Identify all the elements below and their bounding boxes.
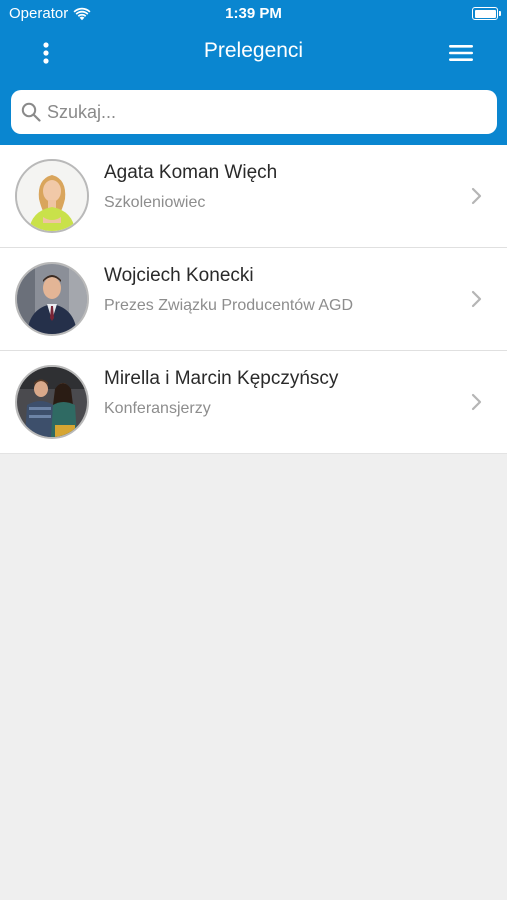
nav-bar: Prelegenci (0, 30, 507, 75)
chevron-right-icon (471, 290, 482, 308)
speaker-row[interactable]: Mirella i Marcin Kępczyńscy Konferansjer… (0, 351, 507, 454)
search-input[interactable] (47, 92, 487, 132)
speaker-role: Szkoleniowiec (104, 194, 206, 211)
speaker-list: Agata Koman Więch Szkoleniowiec Wojciech… (0, 145, 507, 454)
search-icon (21, 101, 43, 123)
chevron-right-icon (471, 187, 482, 205)
speaker-name: Mirella i Marcin Kępczyńscy (104, 368, 339, 389)
speaker-name: Agata Koman Więch (104, 162, 278, 183)
more-options-button[interactable] (28, 35, 64, 71)
hamburger-menu-icon (449, 45, 473, 61)
speaker-row[interactable]: Wojciech Konecki Prezes Związku Producen… (0, 248, 507, 351)
speaker-role: Prezes Związku Producentów AGD (104, 297, 353, 314)
speaker-avatar (15, 262, 89, 336)
app-header: Operator 1:39 PM Prelegenci (0, 0, 507, 145)
battery-icon (472, 7, 501, 20)
status-bar: Operator 1:39 PM (0, 0, 507, 28)
menu-button[interactable] (443, 35, 479, 71)
speaker-avatar (15, 159, 89, 233)
search-bar[interactable] (11, 90, 497, 134)
chevron-right-icon (471, 393, 482, 411)
speaker-row[interactable]: Agata Koman Więch Szkoleniowiec (0, 145, 507, 248)
speaker-role: Konferansjerzy (104, 400, 211, 417)
speaker-avatar (15, 365, 89, 439)
more-vertical-icon (43, 42, 49, 64)
speaker-name: Wojciech Konecki (104, 265, 254, 286)
status-time: 1:39 PM (225, 5, 282, 22)
page-title: Prelegenci (203, 39, 304, 62)
